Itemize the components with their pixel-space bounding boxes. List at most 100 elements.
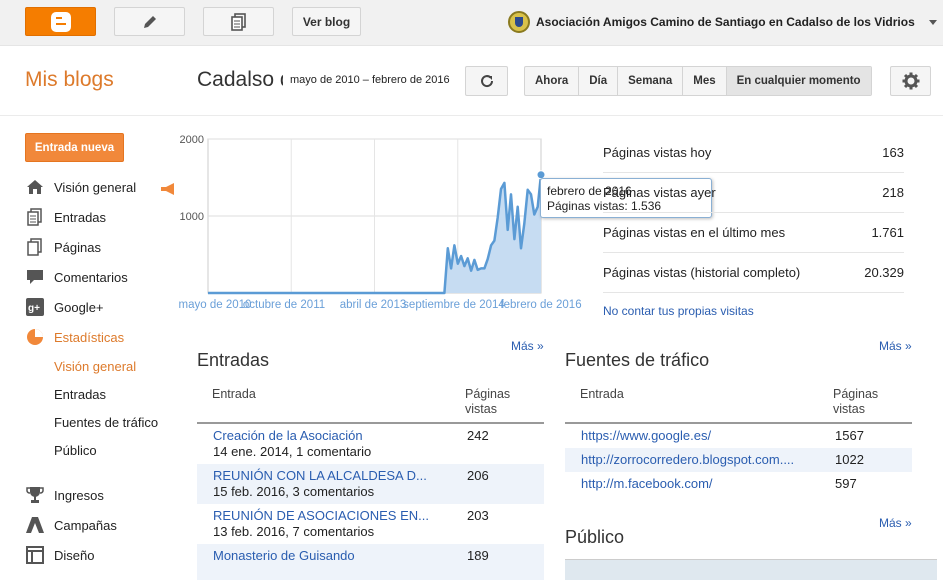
range-selector: Ahora Día Semana Mes En cualquier moment… xyxy=(524,66,872,96)
traffic-table-header: Entrada Páginas vistas xyxy=(565,382,912,424)
y-tick-label: 2000 xyxy=(180,134,204,146)
traffic-more-link[interactable]: Más » xyxy=(879,339,912,353)
stat-label: Páginas vistas ayer xyxy=(603,185,716,200)
layout-icon xyxy=(26,546,44,564)
google-plus-icon: g+ xyxy=(26,298,44,316)
range-day-button[interactable]: Día xyxy=(579,67,619,95)
entry-views: 189 xyxy=(467,548,489,563)
entry-link[interactable]: REUNIÓN CON LA ALCALDESA D... xyxy=(213,468,443,483)
col-views-line1: Páginas xyxy=(465,387,511,401)
col-views-line2: vistas xyxy=(465,402,497,416)
stat-row-yesterday: Páginas vistas ayer 218 xyxy=(603,173,904,213)
entry-views: 203 xyxy=(467,508,489,523)
pie-chart-icon xyxy=(27,329,43,345)
campaign-icon xyxy=(26,517,44,533)
traffic-views: 1022 xyxy=(835,452,864,467)
x-tick-label: febrero de 2016 xyxy=(500,299,581,311)
stat-label: Páginas vistas en el último mes xyxy=(603,225,786,240)
traffic-link[interactable]: https://www.google.es/ xyxy=(581,428,801,443)
range-week-button[interactable]: Semana xyxy=(618,67,684,95)
sidebar-item-comments[interactable]: Comentarios xyxy=(25,267,128,287)
posts-icon xyxy=(230,12,246,31)
sidebar-item-posts[interactable]: Entradas xyxy=(25,207,106,227)
y-tick-label: 1000 xyxy=(180,211,204,223)
stat-label: Páginas vistas hoy xyxy=(603,145,712,160)
entry-link[interactable]: Creación de la Asociación xyxy=(213,428,443,443)
sidebar-item-pages[interactable]: Páginas xyxy=(25,237,101,257)
settings-button[interactable] xyxy=(890,66,931,96)
no-count-own-visits-link[interactable]: No contar tus propias visitas xyxy=(603,304,754,318)
table-row: https://www.google.es/ 1567 xyxy=(565,424,912,448)
traffic-link[interactable]: http://zorrocorredero.blogspot.com.... xyxy=(581,452,801,467)
view-blog-button[interactable]: Ver blog xyxy=(292,7,361,36)
sidebar-item-stats[interactable]: Estadísticas xyxy=(25,327,124,347)
traffic-views: 1567 xyxy=(835,428,864,443)
table-row: REUNIÓN CON LA ALCALDESA D... 15 feb. 20… xyxy=(197,464,544,504)
sidebar-item-label: Diseño xyxy=(54,547,95,563)
sidebar-item-label: Visión general xyxy=(54,179,137,195)
audience-map xyxy=(565,559,937,580)
col-views-line2: vistas xyxy=(833,402,865,416)
blog-selector[interactable]: Asociación Amigos Camino de Santiago en … xyxy=(508,11,937,33)
col-entry: Entrada xyxy=(580,387,624,401)
traffic-link[interactable]: http://m.facebook.com/ xyxy=(581,476,801,491)
my-blogs-link[interactable]: Mis blogs xyxy=(25,68,114,92)
range-now-button[interactable]: Ahora xyxy=(525,67,580,95)
col-views: Páginas vistas xyxy=(833,387,878,417)
stat-value: 163 xyxy=(882,145,904,160)
pencil-icon xyxy=(143,15,156,28)
comment-icon xyxy=(27,270,43,284)
blogger-logo-button[interactable] xyxy=(25,7,96,36)
sub-item-posts[interactable]: Entradas xyxy=(54,387,106,402)
table-row: http://m.facebook.com/ 597 xyxy=(565,472,912,496)
col-views: Páginas vistas xyxy=(465,387,510,417)
blog-name: Asociación Amigos Camino de Santiago en … xyxy=(536,15,915,29)
stat-value: 20.329 xyxy=(864,265,904,280)
chevron-down-icon xyxy=(928,19,937,25)
entry-link[interactable]: Monasterio de Guisando xyxy=(213,548,443,563)
sidebar-item-google-plus[interactable]: g+ Google+ xyxy=(25,297,104,317)
x-tick-label: octubre de 2011 xyxy=(243,299,325,311)
sidebar-item-label: Páginas xyxy=(54,239,101,255)
entries-more-link[interactable]: Más » xyxy=(511,339,544,353)
posts-icon xyxy=(27,208,42,226)
stat-value: 1.761 xyxy=(871,225,904,240)
sidebar-item-layout[interactable]: Diseño xyxy=(25,545,94,565)
refresh-button[interactable] xyxy=(465,66,508,96)
entry-views: 206 xyxy=(467,468,489,483)
entry-meta: 15 feb. 2016, 3 comentarios xyxy=(213,484,375,499)
sidebar-item-label: Google+ xyxy=(54,299,104,315)
range-month-button[interactable]: Mes xyxy=(683,67,727,95)
pageviews-chart[interactable]: 1000 2000 mayo de 2010octubre de 2011 abril… xyxy=(160,125,590,315)
stat-label: Páginas vistas (historial completo) xyxy=(603,265,801,280)
sub-item-traffic-sources[interactable]: Fuentes de tráfico xyxy=(54,415,158,430)
sub-item-overview[interactable]: Visión general xyxy=(54,359,136,374)
gear-icon xyxy=(902,72,919,90)
traffic-title: Fuentes de tráfico xyxy=(565,350,710,370)
svg-text:g+: g+ xyxy=(28,303,40,314)
sidebar-item-overview[interactable]: Visión general xyxy=(25,177,136,197)
blog-title: Cadalso de los Vidrios xyxy=(197,68,283,91)
stat-row-last-month: Páginas vistas en el último mes 1.761 xyxy=(603,213,904,253)
new-post-button[interactable]: Entrada nueva xyxy=(25,133,124,162)
sidebar-item-earnings[interactable]: Ingresos xyxy=(25,485,104,505)
posts-list-button[interactable] xyxy=(203,7,274,36)
blog-seal-icon xyxy=(508,11,530,33)
audience-more-link[interactable]: Más » xyxy=(879,516,912,530)
x-tick-label: mayo de 2010 xyxy=(179,299,252,311)
sidebar-item-campaigns[interactable]: Campañas xyxy=(25,515,117,535)
new-post-pencil-button[interactable] xyxy=(114,7,185,36)
entry-link[interactable]: REUNIÓN DE ASOCIACIONES EN... xyxy=(213,508,443,523)
table-row: Monasterio de Guisando 189 xyxy=(197,544,544,580)
table-row: Creación de la Asociación 14 ene. 2014, … xyxy=(197,424,544,464)
date-range-label: mayo de 2010 – febrero de 2016 xyxy=(290,74,450,86)
blogger-icon xyxy=(50,11,71,32)
range-all-time-button[interactable]: En cualquier momento xyxy=(726,67,871,95)
sub-item-audience[interactable]: Público xyxy=(54,443,97,458)
top-bar: Ver blog Asociación Amigos Camino de San… xyxy=(0,0,943,46)
stat-row-all-time: Páginas vistas (historial completo) 20.3… xyxy=(603,253,904,293)
audience-title: Público xyxy=(565,527,625,547)
entries-title: Entradas xyxy=(197,350,270,370)
refresh-icon xyxy=(480,75,493,88)
entry-views: 242 xyxy=(467,428,489,443)
